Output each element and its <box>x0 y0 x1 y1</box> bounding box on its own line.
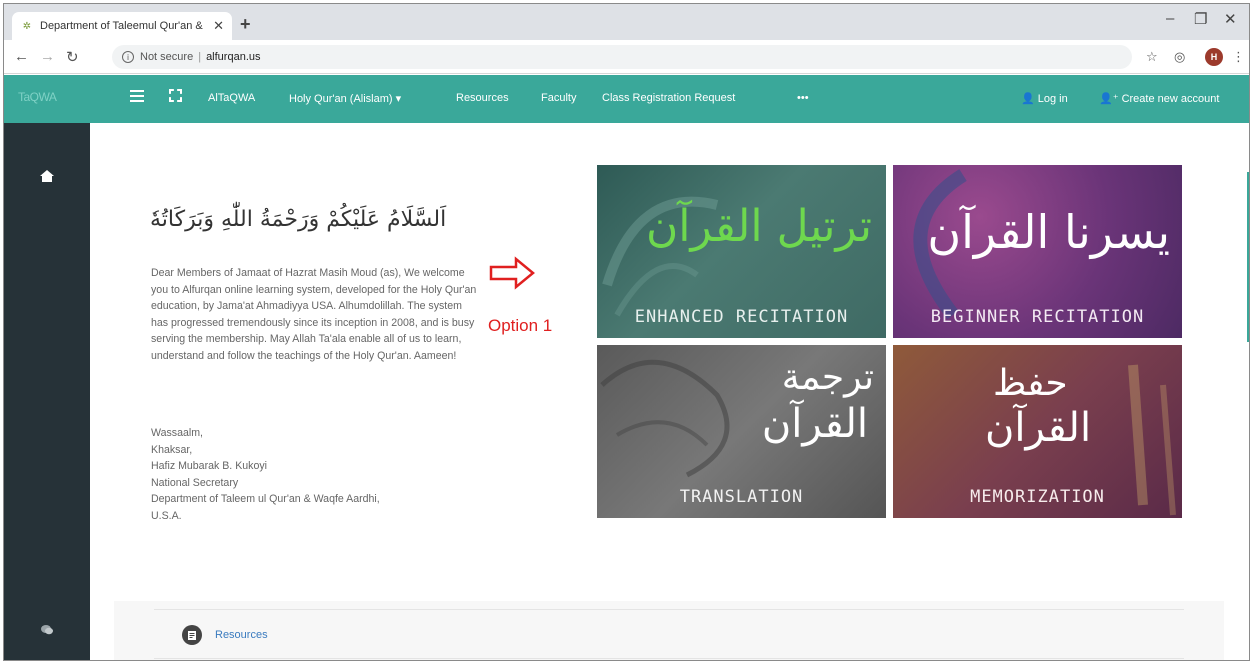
chat-icon[interactable] <box>4 618 90 642</box>
nav-class-registration[interactable]: Class Registration Request <box>602 92 735 104</box>
nav-altaqwa[interactable]: AlTaQWA <box>208 92 255 104</box>
address-bar[interactable]: i Not secure | alfurqan.us <box>112 45 1132 69</box>
tile-translation[interactable]: ترجمة القرآن TRANSLATION <box>597 345 886 518</box>
signoff-line: Wassaalm, <box>151 427 203 439</box>
welcome-text: Dear Members of Jamaat of Hazrat Masih M… <box>151 267 477 362</box>
back-arrow-icon[interactable]: ← <box>14 48 29 65</box>
tile-arabic-line1: حفظ <box>993 363 1068 404</box>
bookmark-star-icon[interactable]: ☆ <box>1146 49 1158 65</box>
tile-arabic-line1: ترجمة <box>781 357 874 398</box>
nav-holy-quran[interactable]: Holy Qur'an (Alislam) ▾ <box>289 92 401 105</box>
tile-arabic-line2: القرآن <box>985 405 1092 451</box>
security-label: Not secure <box>140 51 194 63</box>
extension-icon[interactable]: ◎ <box>1174 49 1185 65</box>
tile-english: TRANSLATION <box>679 487 804 507</box>
reload-icon[interactable]: ↻ <box>66 48 79 66</box>
course-tiles: ترتيل القرآن ENHANCED RECITATION يسرنا ا… <box>597 165 1187 519</box>
option-label: Option 1 <box>488 316 553 335</box>
login-label: Log in <box>1037 93 1068 105</box>
signoff: Wassaalm, Khaksar, Hafiz Mubarak B. Kuko… <box>151 425 481 524</box>
create-account-label: Create new account <box>1121 93 1220 105</box>
signoff-line: U.S.A. <box>151 509 182 522</box>
forward-arrow-icon[interactable]: → <box>40 48 55 65</box>
site-logo[interactable]: TaQWA <box>18 90 57 104</box>
main-content: اَلسَّلَامُ عَلَيْكُمْ وَرَحْمَةُ اللّٰه… <box>90 123 1249 660</box>
window-close-button[interactable]: ✕ <box>1224 10 1237 28</box>
tab-title: Department of Taleemul Qur'an & <box>40 20 203 32</box>
info-icon[interactable]: i <box>122 51 134 63</box>
url-text: alfurqan.us <box>206 51 261 63</box>
scrollbar-thumb[interactable] <box>1247 172 1249 342</box>
resources-block: Resources <box>114 601 1224 660</box>
nav-holy-quran-label: Holy Qur'an (Alislam) <box>289 93 393 105</box>
nav-resources[interactable]: Resources <box>456 92 509 104</box>
signoff-line: Department of Taleem ul Qur'an & Waqfe A… <box>151 493 380 505</box>
annotation-arrow-icon <box>489 256 535 290</box>
tile-memorization[interactable]: حفظ القرآن MEMORIZATION <box>893 345 1182 518</box>
divider <box>154 609 1184 610</box>
tab-strip: ✲ Department of Taleemul Qur'an & ✕ + – … <box>4 4 1249 40</box>
resources-icon[interactable] <box>182 625 202 645</box>
new-tab-button[interactable]: + <box>240 14 251 35</box>
signoff-line: National Secretary <box>151 476 239 489</box>
url-separator: | <box>198 51 202 63</box>
login-link[interactable]: 👤 Log in <box>1021 92 1068 105</box>
tile-arabic: يسرنا القرآن <box>927 205 1170 259</box>
tile-enhanced-recitation[interactable]: ترتيل القرآن ENHANCED RECITATION <box>597 165 886 338</box>
resources-link[interactable]: Resources <box>215 629 268 641</box>
caret-down-icon: ▾ <box>395 93 402 105</box>
user-icon: 👤 <box>1021 93 1035 105</box>
browser-menu-icon[interactable]: ⋮ <box>1232 49 1245 65</box>
site-favicon-icon: ✲ <box>22 20 32 32</box>
profile-avatar[interactable]: H <box>1205 48 1223 66</box>
address-toolbar: ← → ↻ i Not secure | alfurqan.us ☆ ◎ H ⋮ <box>4 40 1249 74</box>
create-account-link[interactable]: 👤⁺ Create new account <box>1099 92 1219 105</box>
tile-beginner-recitation[interactable]: يسرنا القرآن BEGINNER RECITATION <box>893 165 1182 338</box>
tile-english: MEMORIZATION <box>970 487 1105 507</box>
fullscreen-icon[interactable] <box>169 89 182 102</box>
tile-english: ENHANCED RECITATION <box>634 307 849 327</box>
tile-english: BEGINNER RECITATION <box>930 307 1145 327</box>
tile-arabic-line2: القرآن <box>761 401 868 447</box>
nav-more-icon[interactable]: ••• <box>797 92 809 104</box>
maximize-button[interactable]: ❐ <box>1194 10 1207 28</box>
add-user-icon: 👤⁺ <box>1099 93 1119 105</box>
left-drawer <box>4 123 90 660</box>
tab-close-icon[interactable]: ✕ <box>213 18 224 34</box>
tile-arabic: ترتيل القرآن <box>645 201 872 252</box>
hamburger-menu-icon[interactable] <box>130 90 144 105</box>
divider <box>154 658 1184 659</box>
nav-faculty[interactable]: Faculty <box>541 92 576 104</box>
browser-window: ✲ Department of Taleemul Qur'an & ✕ + – … <box>3 3 1250 661</box>
minimize-button[interactable]: – <box>1166 10 1174 27</box>
browser-tab[interactable]: ✲ Department of Taleemul Qur'an & ✕ <box>12 12 232 40</box>
home-icon[interactable] <box>4 161 90 191</box>
arabic-greeting: اَلسَّلَامُ عَلَيْكُمْ وَرَحْمَةُ اللّٰه… <box>150 207 447 232</box>
signoff-line: Hafiz Mubarak B. Kukoyi <box>151 460 267 472</box>
signoff-line: Khaksar, <box>151 443 193 456</box>
site-navbar: TaQWA AlTaQWA Holy Qur'an (Alislam) ▾ Re… <box>4 75 1249 123</box>
